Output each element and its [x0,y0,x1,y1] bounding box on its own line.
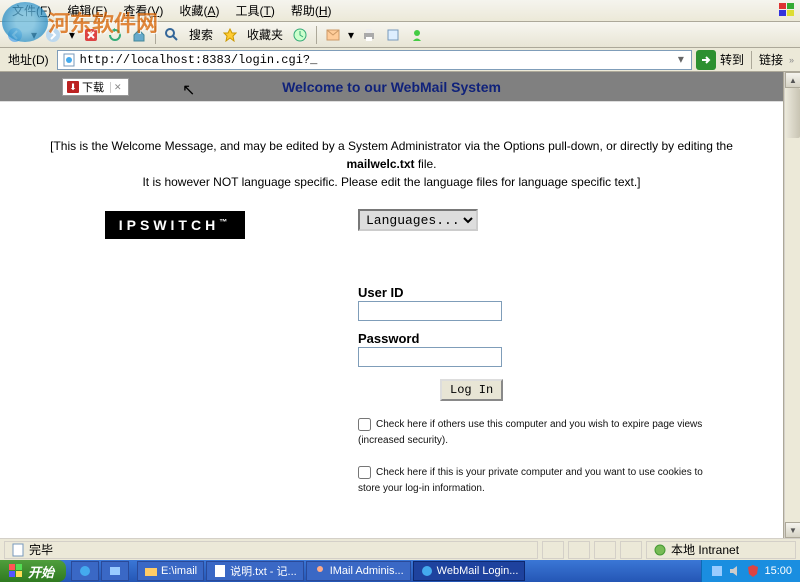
status-cell [620,541,642,559]
start-label: 开始 [28,562,54,581]
page-icon [11,543,25,557]
address-label: 地址(D) [4,51,53,68]
download-tab[interactable]: ⬇ 下载 ✕ [62,78,129,96]
url-text: http://localhost:8383/login.cgi?_ [80,53,318,67]
cookie-checkbox-label: Check here if this is your private compu… [358,467,703,494]
expire-checkbox[interactable] [358,418,371,431]
admin-icon [313,564,327,578]
status-cell [594,541,616,559]
clock[interactable]: 15:00 [764,565,792,577]
stop-button[interactable] [80,24,102,46]
back-dropdown[interactable]: ▾ [28,24,40,46]
refresh-button[interactable] [104,24,126,46]
start-button[interactable]: 开始 [0,560,66,582]
favorites-button[interactable] [219,24,241,46]
arrow-right-icon [700,54,712,66]
system-tray: 15:00 [701,560,800,582]
mail-dropdown[interactable]: ▾ [346,24,356,46]
forward-button[interactable] [42,24,64,46]
search-button[interactable] [161,24,183,46]
menu-favorites[interactable]: 收藏(A) [171,0,227,21]
language-select[interactable]: Languages... [358,209,478,231]
separator [751,51,752,69]
toolbar-separator [155,26,156,44]
expire-checkbox-row: Check here if others use this computer a… [358,417,753,449]
ie-icon [420,564,434,578]
go-button[interactable] [696,50,716,70]
messenger-button[interactable] [406,24,428,46]
welcome-message: [This is the Welcome Message, and may be… [0,102,783,201]
scroll-thumb[interactable] [786,88,800,138]
brand-logo: IPSWITCH™ [105,211,245,239]
print-button[interactable] [358,24,380,46]
login-button[interactable]: Log In [440,379,503,401]
vertical-scrollbar[interactable]: ▲ ▼ [784,72,800,538]
download-icon: ⬇ [67,81,79,93]
notepad-icon [213,564,227,578]
scroll-up-button[interactable]: ▲ [785,72,800,88]
security-zone-cell: 本地 Intranet [646,541,796,559]
quicklaunch-ie[interactable] [71,561,99,581]
intranet-icon [653,543,667,557]
task-explorer[interactable]: E:\imail [137,561,204,581]
volume-icon[interactable] [728,564,742,578]
userid-label: User ID [358,285,753,300]
expire-checkbox-label: Check here if others use this computer a… [358,419,702,446]
password-input[interactable] [358,347,502,367]
windows-logo-icon [8,563,24,579]
address-input[interactable]: http://localhost:8383/login.cgi?_ ▾ [57,50,692,70]
cookie-checkbox[interactable] [358,466,371,479]
page-header-bar: ⬇ 下载 ✕ ↖ Welcome to our WebMail System [0,72,783,102]
menu-tools[interactable]: 工具(T) [227,0,282,21]
address-bar: 地址(D) http://localhost:8383/login.cgi?_ … [0,48,800,72]
shield-icon[interactable] [746,564,760,578]
task-notepad[interactable]: 说明.txt - 记... [206,561,304,581]
tray-icon[interactable] [710,564,724,578]
toolbar: ▾ ▾ 搜索 收藏夹 ▾ [0,22,800,48]
links-label[interactable]: 链接 [759,51,783,68]
edit-button[interactable] [382,24,404,46]
download-tab-label: 下载 [82,79,104,95]
forward-dropdown[interactable]: ▾ [66,24,78,46]
toolbar-separator [316,26,317,44]
desktop-icon [108,564,122,578]
history-button[interactable] [289,24,311,46]
menu-view[interactable]: 查看(V) [115,0,171,21]
status-bar: 完毕 本地 Intranet [0,538,800,560]
mail-button[interactable] [322,24,344,46]
quicklaunch-desktop[interactable] [101,561,129,581]
page-icon [62,53,76,67]
favorites-label[interactable]: 收藏夹 [243,26,287,43]
browser-viewport: ⬇ 下载 ✕ ↖ Welcome to our WebMail System [… [0,72,784,538]
go-label[interactable]: 转到 [720,51,744,68]
ie-icon [78,564,92,578]
page-title: Welcome to our WebMail System [60,79,723,95]
menu-bar: 文件(F) 编辑(E) 查看(V) 收藏(A) 工具(T) 帮助(H) [0,0,800,22]
security-zone-label: 本地 Intranet [671,541,739,558]
task-webmail[interactable]: WebMail Login... [413,561,526,581]
status-cell [542,541,564,559]
menu-help[interactable]: 帮助(H) [283,0,340,21]
status-cell [568,541,590,559]
scroll-down-button[interactable]: ▼ [785,522,800,538]
password-label: Password [358,331,753,346]
address-dropdown-icon[interactable]: ▾ [675,52,687,67]
search-label[interactable]: 搜索 [185,26,217,43]
windows-flag-icon [778,2,796,18]
login-area: IPSWITCH™ Languages... User ID Password … [0,201,783,505]
home-button[interactable] [128,24,150,46]
cookie-checkbox-row: Check here if this is your private compu… [358,465,753,497]
task-imail-admin[interactable]: IMail Adminis... [306,561,411,581]
status-text-cell: 完毕 [4,541,538,559]
userid-input[interactable] [358,301,502,321]
close-icon[interactable]: ✕ [110,82,122,93]
menu-file[interactable]: 文件(F) [4,0,59,21]
status-text: 完毕 [29,541,53,558]
links-chevron-icon[interactable]: » [787,55,796,65]
taskbar: 开始 E:\imail 说明.txt - 记... IMail Adminis.… [0,560,800,582]
back-button[interactable] [4,24,26,46]
folder-icon [144,564,158,578]
menu-edit[interactable]: 编辑(E) [59,0,115,21]
